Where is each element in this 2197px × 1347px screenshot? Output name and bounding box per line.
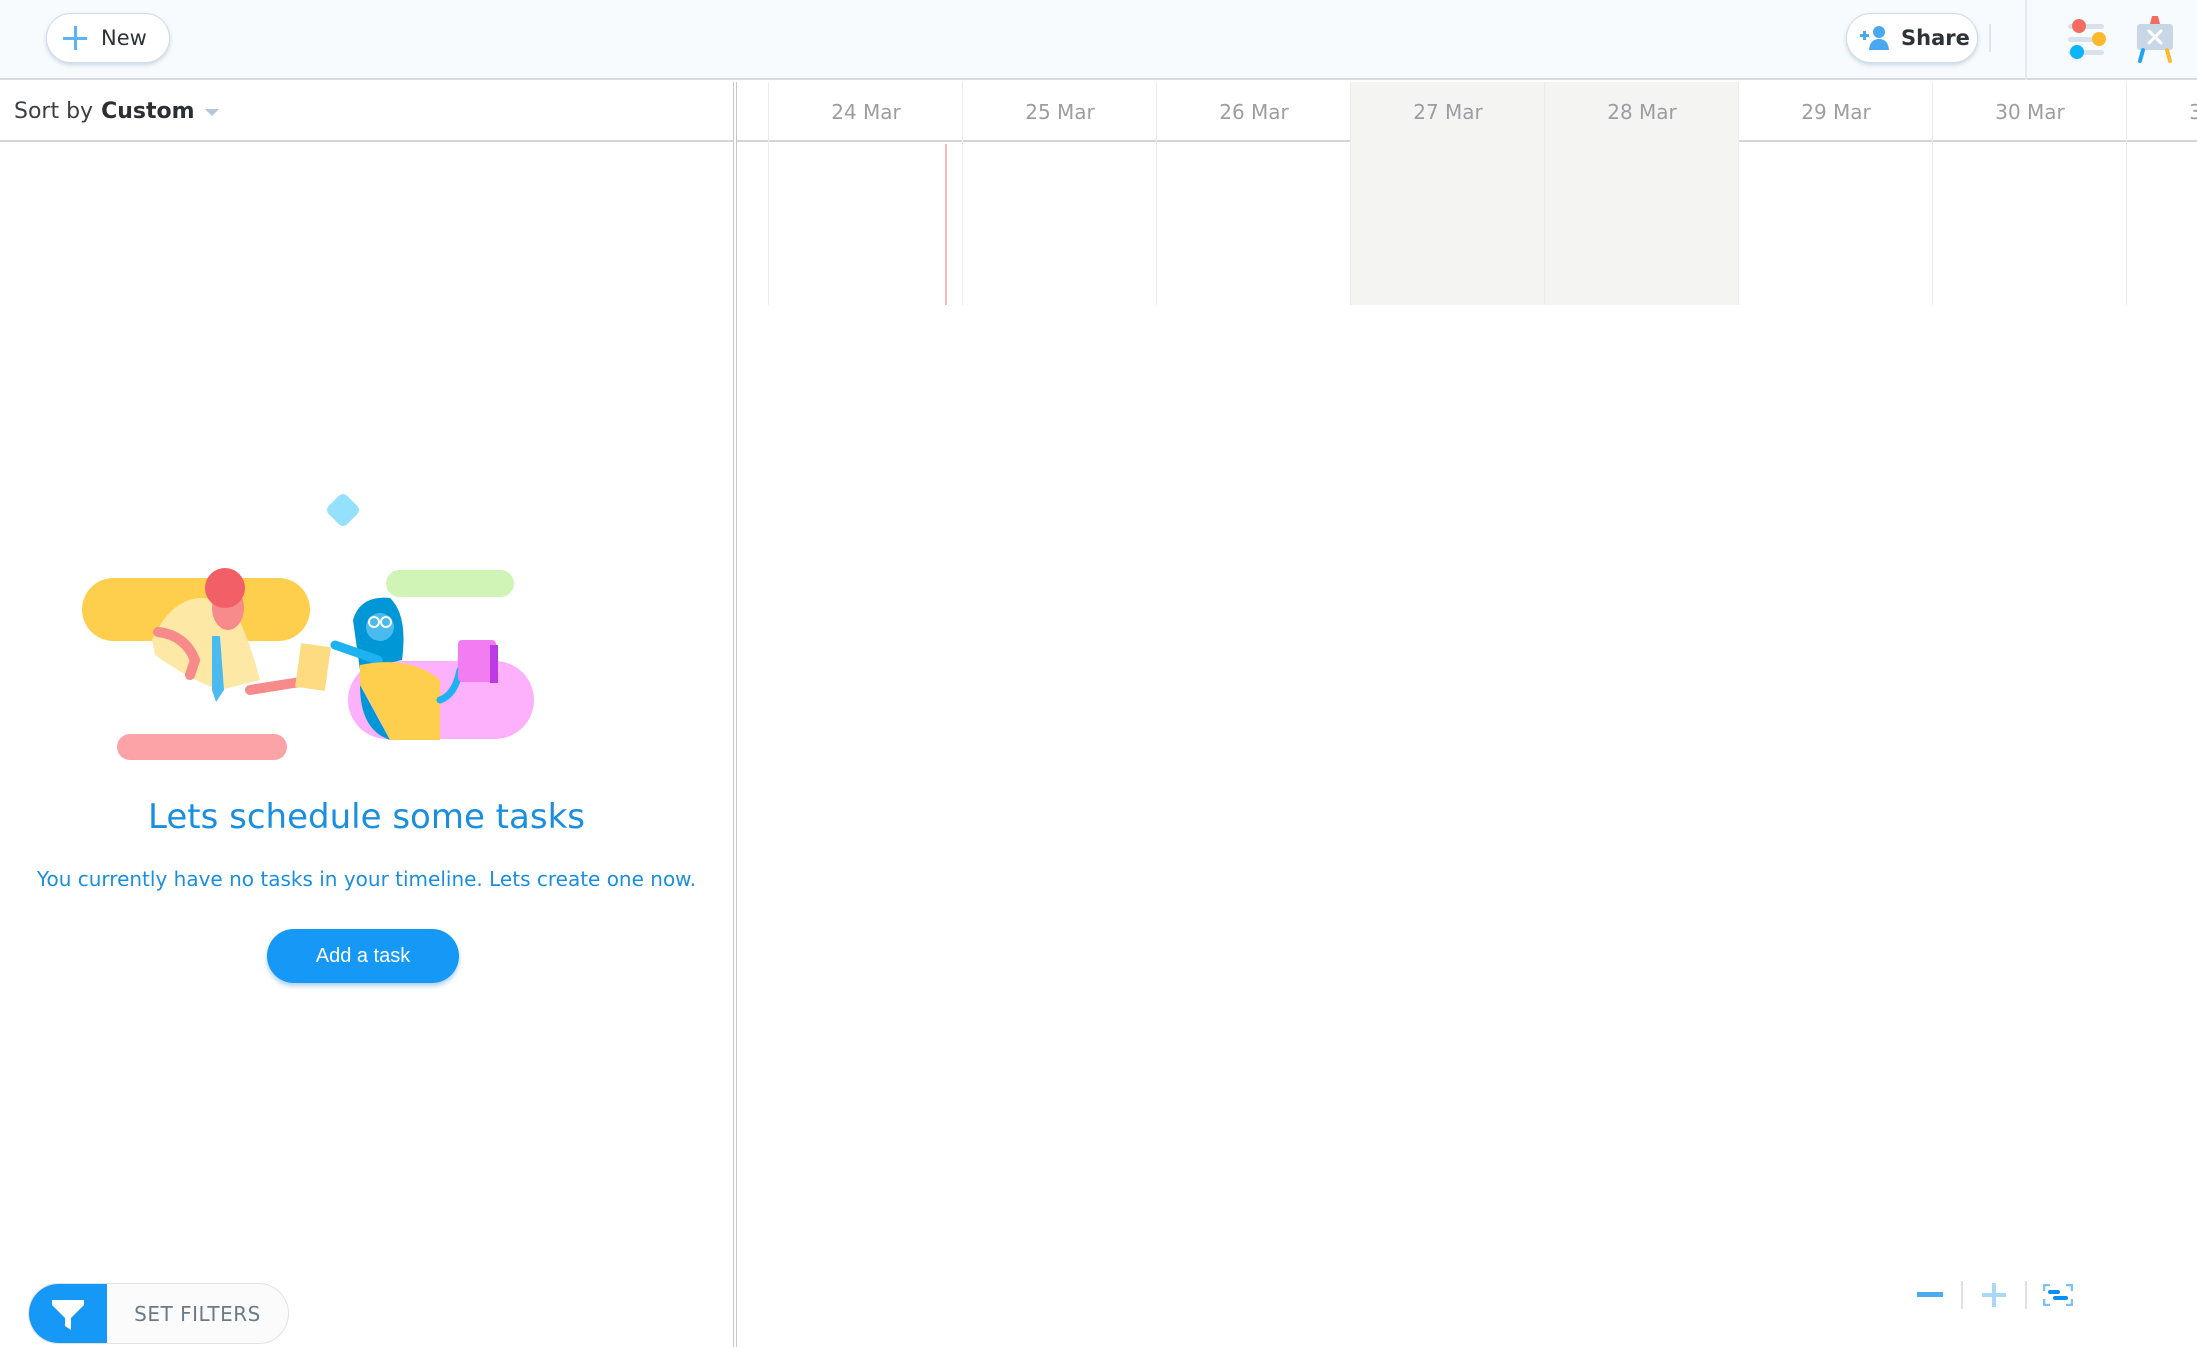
empty-state-illustration (82, 494, 534, 760)
filter-icon-wrap (29, 1284, 107, 1343)
minus-icon (1917, 1292, 1943, 1297)
day-label: 25 Mar (1025, 100, 1095, 124)
day-label: 24 Mar (831, 100, 901, 124)
plus-icon (1982, 1283, 2006, 1307)
zoom-out-button[interactable] (1905, 1277, 1955, 1313)
sort-prefix: Sort by (14, 98, 94, 124)
empty-state-subtitle: You currently have no tasks in your time… (36, 867, 697, 891)
day-column: 31 Mar (2126, 82, 2197, 305)
caret-down-icon (204, 108, 219, 116)
sort-value: Custom (101, 98, 195, 124)
board-tools-icon[interactable] (2131, 14, 2179, 64)
zoom-separator (2025, 1281, 2027, 1309)
fit-to-screen-button[interactable] (2033, 1277, 2083, 1313)
filter-icon (52, 1299, 84, 1330)
set-filters-label: SET FILTERS (134, 1301, 261, 1326)
today-marker (945, 144, 947, 305)
day-label: 27 Mar (1413, 100, 1483, 124)
day-column: 24 Mar (768, 82, 962, 305)
day-label: 29 Mar (1801, 100, 1871, 124)
add-task-button[interactable]: Add a task (267, 929, 459, 983)
day-label: 31 Mar (2189, 100, 2197, 124)
day-column: 25 Mar (962, 82, 1156, 305)
share-button[interactable]: Share (1846, 13, 1978, 63)
set-filters-button[interactable]: SET FILTERS (28, 1283, 289, 1344)
share-button-label: Share (1901, 26, 1970, 50)
toolbar-separator (2025, 0, 2027, 80)
add-user-icon (1860, 26, 1889, 50)
day-column: 28 Mar (1544, 82, 1738, 305)
day-column: 27 Mar (1350, 82, 1544, 305)
zoom-controls (1905, 1277, 2083, 1313)
timeline-grid: 24 Mar 25 Mar 26 Mar 27 Mar 28 Mar 29 Mar 30 M… (737, 82, 2197, 1347)
sliders-icon[interactable] (2060, 14, 2108, 64)
sort-dropdown[interactable]: Sort by Custom (0, 82, 733, 142)
new-button[interactable]: New (46, 13, 170, 63)
new-button-label: New (101, 26, 147, 50)
day-column: 26 Mar (1156, 82, 1350, 305)
zoom-separator (1961, 1281, 1963, 1309)
top-bar: New Share (0, 0, 2197, 80)
zoom-in-button[interactable] (1969, 1277, 2019, 1313)
fit-screen-icon (2043, 1284, 2073, 1306)
day-label: 28 Mar (1607, 100, 1677, 124)
day-label: 26 Mar (1219, 100, 1289, 124)
toolbar-separator (1989, 24, 1991, 52)
empty-state-title: Lets schedule some tasks (148, 797, 585, 837)
plus-icon (63, 26, 87, 50)
day-label: 30 Mar (1995, 100, 2065, 124)
day-column: 30 Mar (1932, 82, 2126, 305)
day-column: 29 Mar (1738, 82, 1932, 305)
